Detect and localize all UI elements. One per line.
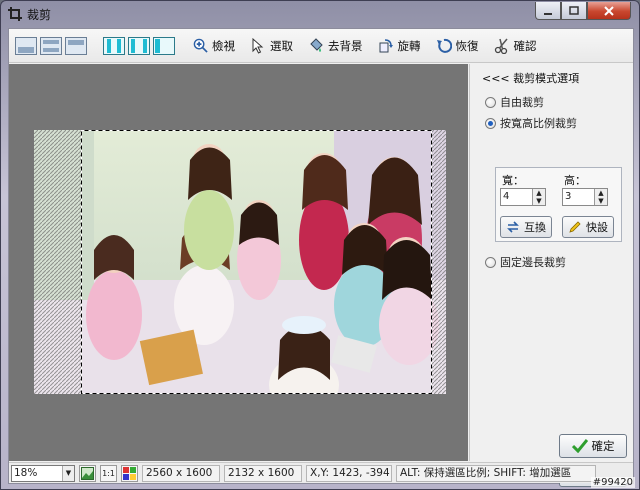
checkmark-icon (571, 439, 588, 453)
cursor-arrow-icon (252, 37, 264, 54)
confirm-crop-label: 確認 (513, 38, 537, 53)
crop-options-panel: <<< 裁剪模式選項 自由裁剪 按寬高比例裁剪 寬： 高： 4 ▲ ▼ 3 ▲ ▼ (469, 64, 633, 487)
crop-icon (8, 7, 22, 21)
minimize-icon (544, 12, 552, 15)
zoom-value: 18% (14, 466, 38, 479)
chevron-down-icon[interactable]: ▼ (62, 465, 74, 481)
swap-icon (507, 221, 519, 233)
fixed-size-crop-label: 固定邊長裁剪 (500, 256, 566, 269)
fit-window-button[interactable] (79, 464, 96, 482)
restore-label: 恢復 (455, 38, 479, 53)
color-grid-button[interactable] (121, 464, 138, 482)
swap-button[interactable]: 互換 (500, 216, 552, 238)
preset-button[interactable]: 快設 (562, 216, 614, 238)
aspect-ratio-crop-option[interactable]: 按寬高比例裁剪 (485, 115, 577, 131)
close-button[interactable] (587, 2, 631, 20)
photo-area[interactable] (34, 130, 446, 394)
layout-vertical-3-button[interactable] (153, 36, 175, 55)
coordinates-field: X,Y: 1423, -394 (306, 464, 392, 482)
title-bar[interactable]: 裁剪 (1, 1, 639, 27)
remove-background-button[interactable]: 去背景 (307, 35, 363, 57)
paint-bucket-icon (310, 37, 323, 52)
hint-field: ALT: 保持選區比例; SHIFT: 增加選區 (396, 464, 596, 482)
actual-size-label: 1:1 (102, 468, 115, 478)
height-spinner[interactable]: 3 ▲ ▼ (562, 188, 608, 206)
ratio-settings-group: 寬： 高： 4 ▲ ▼ 3 ▲ ▼ 互換 快設 (495, 167, 622, 242)
layout-horizontal-3-button[interactable] (65, 36, 87, 55)
width-label: 寬： (502, 174, 524, 187)
ok-button[interactable]: 確定 (559, 434, 627, 458)
height-label: 高： (564, 174, 586, 187)
ok-label: 確定 (591, 439, 615, 453)
aspect-ratio-crop-label: 按寬高比例裁剪 (500, 117, 577, 130)
width-spinner[interactable]: 4 ▲ ▼ (500, 188, 546, 206)
photo-image (34, 130, 446, 394)
undo-icon (436, 38, 452, 53)
layout-vertical-1-button[interactable] (103, 36, 125, 55)
panel-header[interactable]: <<< 裁剪模式選項 (482, 70, 579, 86)
maximize-button[interactable] (561, 2, 587, 20)
close-icon (604, 5, 614, 16)
fixed-size-crop-radio[interactable] (485, 256, 496, 268)
layout-horizontal-2-button[interactable] (40, 36, 62, 55)
actual-size-button[interactable]: 1:1 (100, 464, 117, 482)
view-button[interactable]: 檢視 (191, 35, 235, 57)
layout-vertical-2-button[interactable] (128, 36, 150, 55)
selection-size-field: 2132 x 1600 (224, 464, 302, 482)
crop-dialog-window: 裁剪 檢視 選取 去背景 旋轉 恢復 確認 <<< 裁剪模式選項 自由裁剪 按寬… (0, 0, 640, 490)
scissors-icon (494, 38, 508, 54)
select-button[interactable]: 選取 (249, 35, 293, 57)
height-spinner-arrows[interactable]: ▲ ▼ (594, 189, 607, 205)
preset-label: 快設 (586, 221, 608, 234)
toolbar: 檢視 選取 去背景 旋轉 恢復 確認 (9, 29, 633, 63)
fit-image-icon (81, 466, 94, 480)
layout-horizontal-1-button[interactable] (15, 36, 37, 55)
zoom-in-icon (193, 38, 208, 53)
fixed-size-crop-option[interactable]: 固定邊長裁剪 (485, 254, 566, 270)
remove-background-label: 去背景 (328, 38, 363, 53)
image-canvas[interactable] (9, 64, 468, 461)
select-label: 選取 (270, 38, 293, 53)
rotate-button[interactable]: 旋轉 (377, 35, 421, 57)
window-title: 裁剪 (27, 7, 52, 22)
watermark: #99420 (590, 477, 635, 488)
free-crop-radio[interactable] (485, 96, 496, 108)
pencil-icon (569, 221, 581, 233)
restore-button[interactable]: 恢復 (435, 35, 479, 57)
zoom-dropdown[interactable]: 18% ▼ (11, 464, 75, 482)
status-bar: 18% ▼ 1:1 2560 x 1600 2132 x 1600 X,Y: 1… (9, 462, 633, 483)
color-grid-icon (123, 466, 136, 480)
height-value: 3 (565, 191, 572, 202)
width-spinner-arrows[interactable]: ▲ ▼ (532, 189, 545, 205)
image-size-field: 2560 x 1600 (142, 464, 220, 482)
dialog-client-area: 檢視 選取 去背景 旋轉 恢復 確認 <<< 裁剪模式選項 自由裁剪 按寬高比例… (8, 28, 634, 487)
rotate-label: 旋轉 (397, 38, 421, 53)
swap-label: 互換 (524, 221, 546, 234)
width-value: 4 (503, 191, 510, 202)
confirm-crop-button[interactable]: 確認 (493, 35, 537, 57)
minimize-button[interactable] (535, 2, 561, 20)
rotate-icon (379, 38, 393, 52)
view-label: 檢視 (212, 38, 235, 53)
free-crop-label: 自由裁剪 (500, 96, 544, 109)
free-crop-option[interactable]: 自由裁剪 (485, 94, 544, 110)
maximize-icon (569, 5, 579, 15)
aspect-ratio-crop-radio[interactable] (485, 117, 496, 129)
